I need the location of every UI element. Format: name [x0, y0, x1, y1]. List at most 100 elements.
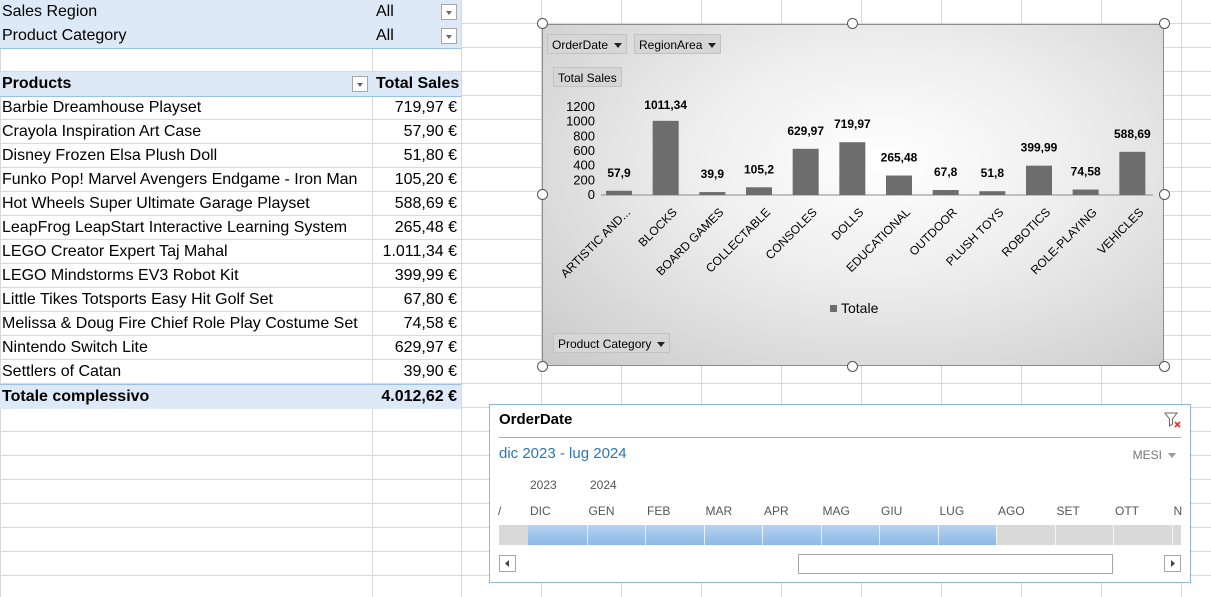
- month-label[interactable]: MAR: [706, 504, 733, 518]
- product-total: 39,90 €: [403, 363, 457, 380]
- month-label[interactable]: FEB: [647, 504, 670, 518]
- resize-handle[interactable]: [1159, 18, 1170, 29]
- chart-bar[interactable]: [932, 190, 959, 195]
- resize-handle[interactable]: [537, 361, 548, 372]
- resize-handle[interactable]: [847, 361, 858, 372]
- data-label: 719,97: [834, 117, 871, 131]
- y-tick-label: 800: [573, 128, 595, 143]
- y-tick-label: 1000: [566, 114, 595, 129]
- chart-bar[interactable]: [1026, 165, 1052, 195]
- slicer-divider: [499, 437, 1181, 438]
- product-name: LeapFrog LeapStart Interactive Learning …: [2, 219, 348, 236]
- chart-bar[interactable]: [979, 191, 1006, 195]
- data-label: 265,48: [881, 151, 918, 165]
- table-row: Settlers of Catan 39,90 €: [0, 360, 461, 384]
- y-tick-label: 200: [573, 172, 595, 187]
- table-row: Hot Wheels Super Ultimate Garage Playset…: [0, 192, 461, 216]
- resize-handle[interactable]: [1159, 189, 1170, 200]
- month-label[interactable]: GEN: [589, 504, 615, 518]
- chart-bar[interactable]: [839, 142, 866, 195]
- pivot-header: Products Total Sales: [0, 72, 461, 97]
- product-name: Hot Wheels Super Ultimate Garage Playset: [2, 195, 310, 212]
- product-total: 105,20 €: [394, 171, 457, 188]
- product-total: 57,90 €: [403, 123, 457, 140]
- resize-handle[interactable]: [847, 18, 858, 29]
- table-row: LeapFrog LeapStart Interactive Learning …: [0, 216, 461, 240]
- chart-bar[interactable]: [886, 175, 912, 195]
- pivot-chart[interactable]: OrderDate RegionArea Total Sales Product…: [542, 24, 1164, 366]
- data-label: 105,2: [744, 162, 774, 176]
- chart-bar[interactable]: [1072, 189, 1099, 195]
- product-total: 719,97 €: [394, 99, 457, 116]
- month-label[interactable]: LUG: [940, 504, 965, 518]
- product-total: 1.011,34 €: [382, 243, 457, 260]
- scroll-left-button[interactable]: [499, 555, 516, 572]
- month-tick: [586, 525, 588, 545]
- scroll-right-icon: [1171, 560, 1175, 567]
- filter-value: All: [376, 3, 394, 20]
- product-total: 588,69 €: [394, 195, 457, 212]
- filter-dropdown-button[interactable]: [441, 4, 457, 20]
- month-label[interactable]: DIC: [530, 504, 551, 518]
- month-label[interactable]: OTT: [1115, 504, 1139, 518]
- table-row: LEGO Mindstorms EV3 Robot Kit 399,99 €: [0, 264, 461, 288]
- month-tick: [703, 525, 705, 545]
- y-tick-label: 600: [573, 143, 595, 158]
- products-filter-button[interactable]: [352, 76, 368, 92]
- grand-total-row: Totale complessivo 4.012,62 €: [0, 384, 461, 409]
- month-tick: [1171, 525, 1173, 545]
- selected-range: dic 2023 - lug 2024: [499, 445, 627, 462]
- month-tick: [996, 525, 997, 545]
- filter-row-sales-region: Sales Region All: [0, 0, 461, 24]
- resize-handle[interactable]: [1159, 361, 1170, 372]
- table-row: Disney Frozen Elsa Plush Doll 51,80 €: [0, 144, 461, 168]
- chart-bar[interactable]: [606, 190, 632, 195]
- product-total: 51,80 €: [403, 147, 457, 164]
- chart-bar[interactable]: [792, 148, 819, 195]
- data-label: 57,9: [607, 166, 631, 180]
- filter-label: Product Category: [2, 27, 127, 44]
- data-label: 51,8: [981, 166, 1005, 180]
- data-label: 74,58: [1071, 165, 1101, 179]
- scroll-thumb[interactable]: [798, 554, 1113, 574]
- month-label[interactable]: APR: [764, 504, 789, 518]
- data-label: 629,97: [787, 124, 824, 138]
- product-total: 74,58 €: [403, 315, 457, 332]
- data-label: 39,9: [701, 167, 725, 181]
- scroll-left-icon: [505, 560, 509, 567]
- x-category-label: VEHICLES: [1095, 205, 1147, 257]
- month-label[interactable]: N: [1174, 504, 1183, 518]
- month-label[interactable]: AGO: [998, 504, 1025, 518]
- filter-dropdown-button[interactable]: [441, 28, 457, 44]
- month-label[interactable]: SET: [1057, 504, 1080, 518]
- orderdate-timeline-slicer[interactable]: OrderDate dic 2023 - lug 2024 MESI 2023 …: [489, 404, 1191, 583]
- time-level-dropdown[interactable]: MESI: [1133, 448, 1176, 462]
- clear-filter-icon[interactable]: [1164, 411, 1182, 429]
- chart-bar[interactable]: [652, 120, 679, 195]
- x-category-label: DOLLS: [829, 205, 867, 243]
- products-header: Products: [2, 75, 72, 92]
- table-row: Funko Pop! Marvel Avengers Endgame - Iro…: [0, 168, 461, 192]
- grand-total-value: 4.012,62 €: [381, 388, 457, 405]
- product-name: Barbie Dreamhouse Playset: [2, 99, 202, 116]
- product-name: LEGO Creator Expert Taj Mahal: [2, 243, 228, 260]
- chart-bar[interactable]: [746, 187, 772, 195]
- slicer-title: OrderDate: [499, 411, 573, 428]
- time-level-label: MESI: [1132, 448, 1162, 462]
- month-tick: [937, 525, 939, 545]
- product-total: 67,80 €: [403, 291, 457, 308]
- chart-bar[interactable]: [1119, 151, 1146, 195]
- chart-plot: 020040060080010001200 57,9 ARTISTIC AND...…: [558, 98, 1153, 316]
- legend-swatch: [830, 305, 837, 312]
- product-name: Nintendo Switch Lite: [2, 339, 148, 356]
- filter-value: All: [376, 27, 394, 44]
- resize-handle[interactable]: [537, 18, 548, 29]
- scroll-right-button[interactable]: [1164, 555, 1181, 572]
- resize-handle[interactable]: [537, 189, 548, 200]
- legend-label: Totale: [841, 300, 879, 316]
- product-total: 629,97 €: [394, 339, 457, 356]
- month-label[interactable]: GIU: [881, 504, 902, 518]
- chart-bar[interactable]: [699, 192, 726, 195]
- month-label[interactable]: MAG: [823, 504, 850, 518]
- product-name: Little Tikes Totsports Easy Hit Golf Set: [2, 291, 273, 308]
